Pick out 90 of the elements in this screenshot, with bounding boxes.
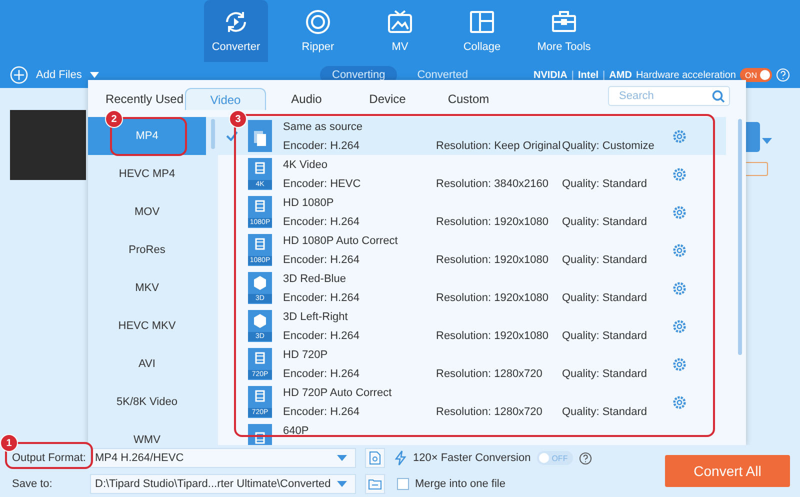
- preset-name: HD 1080P Auto Correct: [283, 234, 399, 246]
- toolbox-icon: [551, 9, 577, 35]
- gpu-vendor-label: NVIDIA: [533, 70, 568, 80]
- open-folder-button[interactable]: [365, 474, 385, 494]
- settings-icon[interactable]: [672, 204, 687, 220]
- help-icon[interactable]: [578, 452, 592, 464]
- preset-name: 640P: [283, 424, 310, 436]
- save-path-dropdown[interactable]: D:\Tipard Studio\Tipard...rter Ultimate\Converted: [90, 474, 356, 494]
- resolution-text: Resolution: 1920x1080: [436, 292, 550, 304]
- encoder-text: Encoder: H.264: [283, 216, 360, 228]
- quality-text: Quality: Standard: [562, 368, 648, 380]
- format-category[interactable]: 5K/8K Video: [88, 383, 206, 421]
- separator-text: |: [571, 70, 574, 80]
- format-category[interactable]: AVI: [88, 345, 206, 383]
- collage-icon: [469, 9, 495, 35]
- preset-name: Same as source: [283, 120, 364, 132]
- quality-text: Quality: Standard: [562, 406, 648, 418]
- disc-icon: [305, 9, 331, 35]
- settings-icon[interactable]: [672, 394, 687, 410]
- format-tab[interactable]: Device: [347, 88, 428, 110]
- resolution-text: Resolution: 3840x2160: [436, 178, 550, 190]
- output-format-label: Output Format:: [12, 452, 87, 464]
- format-tab[interactable]: Custom: [428, 88, 509, 110]
- preset-name: HD 720P: [283, 348, 329, 360]
- scrollbar-thumb[interactable]: [738, 119, 742, 355]
- gpu-vendor-label: Intel: [578, 70, 599, 80]
- settings-icon[interactable]: [672, 166, 687, 182]
- quality-text: Quality: Standard: [562, 216, 648, 228]
- gpu-vendor-label: AMD: [609, 70, 632, 80]
- preset-name: 3D Red-Blue: [283, 272, 347, 284]
- quality-text: Quality: Standard: [562, 330, 648, 342]
- quality-text: Quality: Standard: [562, 292, 648, 304]
- quality-text: Quality: Standard: [562, 254, 648, 266]
- encoder-text: Encoder: H.264: [283, 330, 360, 342]
- preset-name: HD 720P Auto Correct: [283, 386, 393, 398]
- folder-icon: [368, 478, 382, 490]
- checkmark-icon: [226, 131, 238, 141]
- output-format-dropdown[interactable]: MP4 H.264/HEVC: [90, 448, 356, 468]
- tv-icon: [387, 9, 413, 35]
- dropdown-arrow-icon[interactable]: [337, 481, 347, 487]
- format-tab[interactable]: Recently Used: [104, 88, 185, 110]
- resolution-text: Resolution: 1920x1080: [436, 330, 550, 342]
- format-icon: [248, 120, 272, 152]
- settings-icon[interactable]: [672, 280, 687, 296]
- format-settings-button[interactable]: [365, 448, 385, 468]
- settings-icon[interactable]: [672, 242, 687, 258]
- document-icon: [369, 451, 381, 465]
- resolution-text: Resolution: Keep Original: [436, 140, 562, 152]
- resolution-text: Resolution: 1280x720: [436, 406, 544, 418]
- encoder-text: Encoder: H.264: [283, 368, 360, 380]
- format-category[interactable]: ProRes: [88, 231, 206, 269]
- preset-name: HD 1080P: [283, 196, 335, 208]
- nav-tab[interactable]: Converter: [204, 0, 268, 62]
- step-number-badge: 1: [0, 434, 18, 452]
- settings-icon[interactable]: [672, 128, 687, 144]
- encoder-text: Encoder: H.264: [283, 406, 360, 418]
- separator-text: |: [602, 70, 606, 80]
- search-field[interactable]: Search: [608, 86, 730, 106]
- format-category[interactable]: WMV: [88, 421, 206, 446]
- encoder-text: Encoder: H.264: [283, 140, 360, 152]
- add-icon[interactable]: [10, 66, 28, 84]
- converter-icon: [223, 9, 249, 35]
- dropdown-arrow-icon[interactable]: [337, 455, 347, 461]
- resolution-text: Resolution: 1280x720: [436, 368, 544, 380]
- faster-conversion-label: 120× Faster Conversion: [413, 452, 531, 464]
- caret-icon[interactable]: [90, 72, 99, 78]
- quality-text: Quality: Customize: [562, 140, 656, 152]
- format-category[interactable]: MOV: [88, 193, 206, 231]
- quality-text: Quality: Standard: [562, 178, 648, 190]
- encoder-text: Encoder: H.264: [283, 292, 360, 304]
- lightning-icon: [395, 450, 407, 466]
- preset-name: 4K Video: [283, 158, 328, 170]
- resolution-text: Resolution: 1920x1080: [436, 254, 550, 266]
- preset-name: 3D Left-Right: [283, 310, 349, 322]
- resolution-text: Resolution: 1920x1080: [436, 216, 550, 228]
- merge-checkbox[interactable]: [397, 478, 409, 490]
- encoder-text: Encoder: H.264: [283, 254, 360, 266]
- format-category[interactable]: HEVC MKV: [88, 307, 206, 345]
- hardware-acceleration-label: Hardware acceleration: [636, 70, 736, 80]
- search-icon[interactable]: [712, 90, 725, 103]
- format-tab[interactable]: Audio: [266, 88, 347, 110]
- settings-icon[interactable]: [672, 356, 687, 372]
- format-category[interactable]: HEVC MP4: [88, 155, 206, 193]
- encoder-text: Encoder: HEVC: [283, 178, 362, 190]
- save-to-label: Save to:: [12, 478, 54, 490]
- merge-label: Merge into one file: [415, 478, 506, 490]
- format-category[interactable]: MKV: [88, 269, 206, 307]
- settings-icon[interactable]: [672, 318, 687, 334]
- scrollbar-thumb[interactable]: [211, 119, 215, 149]
- caret-icon[interactable]: [762, 138, 772, 144]
